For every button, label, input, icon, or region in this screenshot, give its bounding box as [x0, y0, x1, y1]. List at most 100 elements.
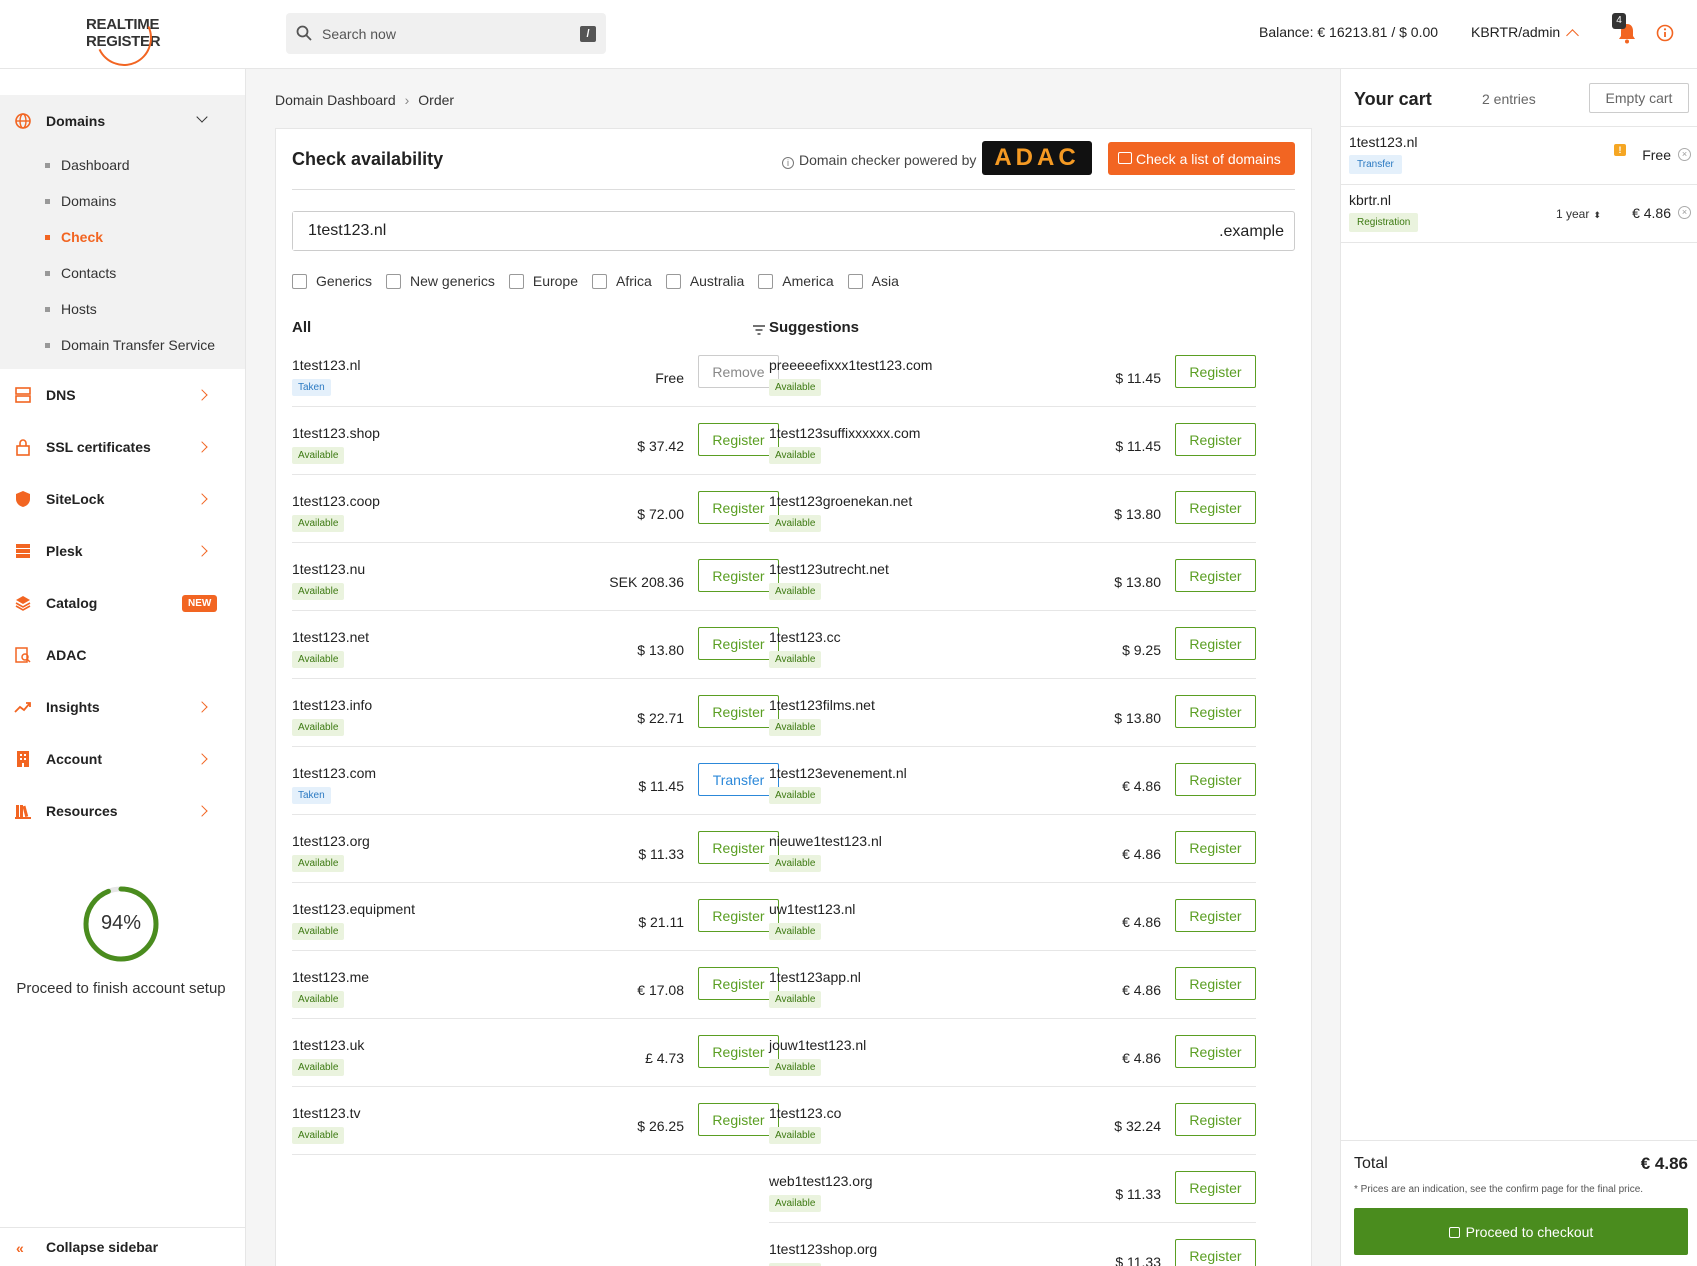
- availability-badge: Available: [769, 1195, 822, 1212]
- collapse-sidebar-button[interactable]: « Collapse sidebar: [0, 1227, 246, 1266]
- register-button[interactable]: Register: [1175, 491, 1256, 524]
- period-select[interactable]: 1 year ⬍: [1556, 207, 1601, 221]
- checkbox[interactable]: [665, 273, 681, 289]
- filter-label: America: [782, 273, 834, 289]
- domain-result-row: uw1test123.nl Available € 4.86 Register: [769, 883, 1256, 951]
- sidebar-item-account[interactable]: Account: [0, 733, 245, 785]
- filter-australia[interactable]: Australia: [665, 273, 744, 289]
- availability-badge: Available: [769, 991, 822, 1008]
- sidebar-subitem-hosts[interactable]: Hosts: [0, 291, 245, 327]
- bullet-icon: [45, 343, 50, 348]
- domain-price: $ 11.33: [638, 846, 684, 862]
- register-button[interactable]: Register: [1175, 355, 1256, 388]
- cart-item-name: kbrtr.nl: [1349, 192, 1392, 208]
- register-button[interactable]: Register: [1175, 559, 1256, 592]
- register-button[interactable]: Register: [1175, 1103, 1256, 1136]
- filter-africa[interactable]: Africa: [592, 273, 652, 289]
- register-button[interactable]: Register: [1175, 763, 1256, 796]
- availability-badge: Available: [769, 923, 822, 940]
- info-icon[interactable]: [1656, 24, 1674, 42]
- sidebar-subitem-contacts[interactable]: Contacts: [0, 255, 245, 291]
- account-setup-progress[interactable]: 94% Proceed to finish account setup: [0, 884, 242, 997]
- register-button[interactable]: Register: [698, 695, 779, 728]
- filter-europe[interactable]: Europe: [508, 273, 578, 289]
- register-button[interactable]: Register: [1175, 1171, 1256, 1204]
- remove-item-icon[interactable]: ×: [1678, 206, 1691, 219]
- register-button[interactable]: Register: [1175, 1035, 1256, 1068]
- sidebar-subitem-check[interactable]: Check: [0, 219, 245, 255]
- sidebar-subitem-domains[interactable]: Domains: [0, 183, 245, 219]
- sidebar-item-resources[interactable]: Resources: [0, 785, 245, 837]
- checkbox[interactable]: [592, 273, 608, 289]
- sidebar-item-ssl-certificates[interactable]: SSL certificates: [0, 421, 245, 473]
- remove-item-icon[interactable]: ×: [1678, 148, 1691, 161]
- register-button[interactable]: Register: [698, 1103, 779, 1136]
- sidebar-item-catalog[interactable]: Catalog NEW: [0, 577, 245, 629]
- warning-icon[interactable]: !: [1614, 144, 1626, 156]
- register-button[interactable]: Register: [698, 1035, 779, 1068]
- filter-generics[interactable]: Generics: [292, 273, 372, 289]
- check-list-label: Check a list of domains: [1136, 150, 1281, 167]
- powered-by-label: Domain checker powered by: [799, 152, 977, 168]
- transfer-button[interactable]: Transfer: [698, 763, 779, 796]
- all-results-heading: All: [292, 319, 312, 336]
- filter-america[interactable]: America: [758, 273, 834, 289]
- filter-new-generics[interactable]: New generics: [386, 273, 495, 289]
- sidebar-subitem-domain-transfer-service[interactable]: Domain Transfer Service: [0, 327, 245, 363]
- period-value: 1 year: [1556, 207, 1590, 221]
- sidebar-item-adac[interactable]: ADAC: [0, 629, 245, 681]
- filter-icon[interactable]: [753, 325, 765, 335]
- sidebar-subitem-dashboard[interactable]: Dashboard: [0, 147, 245, 183]
- register-button[interactable]: Register: [1175, 899, 1256, 932]
- domain-price: $ 13.80: [1114, 710, 1161, 726]
- search-icon: [296, 25, 312, 41]
- checkbox[interactable]: [758, 273, 774, 289]
- checkbox[interactable]: [386, 273, 402, 289]
- register-button[interactable]: Register: [1175, 967, 1256, 1000]
- total-value: € 4.86: [1640, 1154, 1688, 1173]
- domain-name: 1test123.co: [769, 1105, 842, 1121]
- register-button[interactable]: Register: [698, 491, 779, 524]
- proceed-to-checkout-button[interactable]: Proceed to checkout: [1354, 1208, 1688, 1255]
- sidebar-item-plesk[interactable]: Plesk: [0, 525, 245, 577]
- register-button[interactable]: Register: [698, 559, 779, 592]
- register-button[interactable]: Register: [1175, 627, 1256, 660]
- checkbox[interactable]: [847, 273, 863, 289]
- account-menu[interactable]: KBRTR/admin: [1471, 24, 1580, 42]
- domain-query-input[interactable]: [293, 212, 1193, 250]
- domain-name: 1test123.com: [292, 765, 377, 781]
- cart-item: kbrtr.nl Registration 1 year ⬍ € 4.86 ×: [1341, 185, 1697, 243]
- domain-name: nieuwe1test123.nl: [769, 833, 882, 849]
- sidebar-item-label: DNS: [46, 387, 76, 403]
- realtime-register-logo[interactable]: REALTIME REGISTER: [86, 2, 161, 74]
- check-list-of-domains-button[interactable]: Check a list of domains: [1108, 142, 1295, 175]
- availability-badge: Available: [769, 651, 822, 668]
- sidebar-item-insights[interactable]: Insights: [0, 681, 245, 733]
- breadcrumb-domain-dashboard[interactable]: Domain Dashboard: [275, 92, 396, 108]
- suggestions-heading: Suggestions: [769, 319, 860, 336]
- search-input[interactable]: [316, 13, 566, 54]
- sidebar-item-domains[interactable]: Domains: [0, 95, 245, 147]
- domain-name: 1test123.info: [292, 697, 373, 713]
- availability-badge: Available: [292, 923, 345, 940]
- register-button[interactable]: Register: [1175, 695, 1256, 728]
- sidebar-item-sitelock[interactable]: SiteLock: [0, 473, 245, 525]
- empty-cart-button[interactable]: Empty cart: [1589, 83, 1689, 113]
- domain-name: 1test123.uk: [292, 1037, 365, 1053]
- register-button[interactable]: Register: [1175, 423, 1256, 456]
- checkbox[interactable]: [292, 273, 307, 289]
- cart-panel: Your cart 2 entries Empty cart 1test123.…: [1340, 69, 1697, 1266]
- filter-asia[interactable]: Asia: [847, 273, 899, 289]
- register-button[interactable]: Register: [1175, 1239, 1256, 1266]
- remove-button[interactable]: Remove: [698, 355, 779, 388]
- register-button[interactable]: Register: [698, 831, 779, 864]
- register-button[interactable]: Register: [698, 627, 779, 660]
- register-button[interactable]: Register: [1175, 831, 1256, 864]
- register-button[interactable]: Register: [698, 423, 779, 456]
- register-button[interactable]: Register: [698, 967, 779, 1000]
- list-icon: [1118, 152, 1132, 164]
- register-button[interactable]: Register: [698, 899, 779, 932]
- domain-name: 1test123.nl: [292, 357, 361, 373]
- checkbox[interactable]: [508, 273, 524, 289]
- sidebar-item-dns[interactable]: DNS: [0, 369, 245, 421]
